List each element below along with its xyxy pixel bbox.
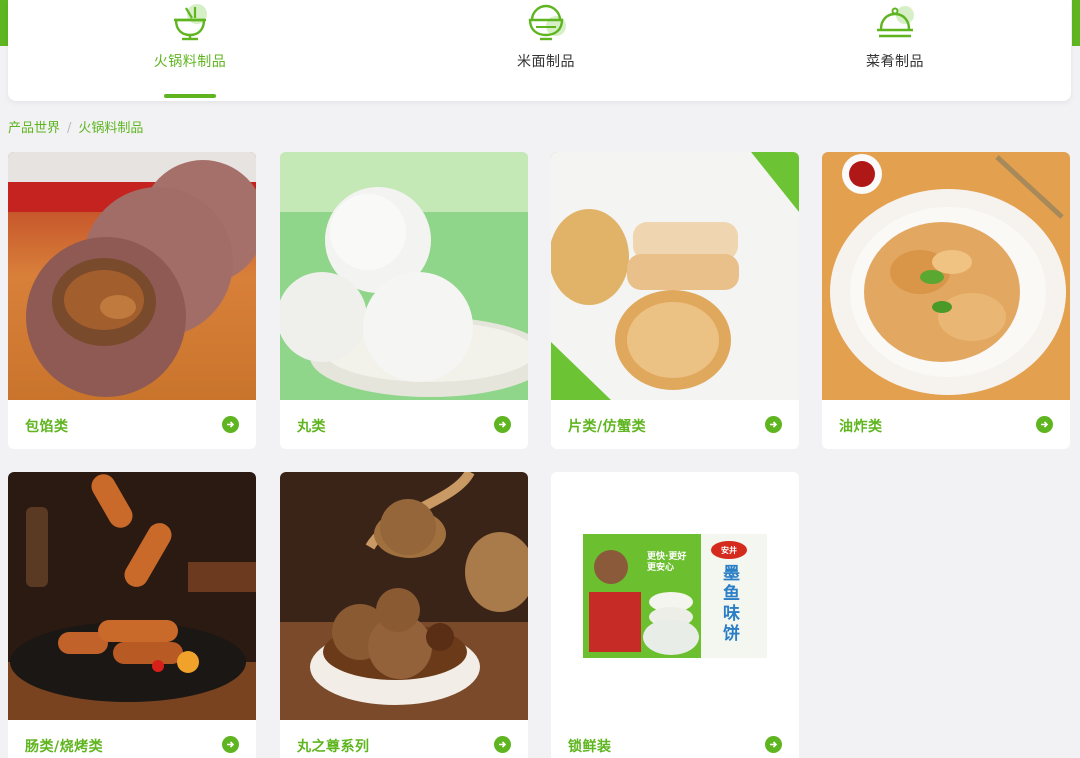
rice-bowl-icon [522,2,570,44]
arrow-right-icon[interactable] [494,416,511,433]
hotpot-bowl-icon [166,2,214,44]
package-slogan: 更快·更好 更安心 [647,552,687,573]
arrow-right-icon[interactable] [222,736,239,753]
tab-rice-noodle-label: 米面制品 [517,54,575,70]
breadcrumb-item-products[interactable]: 产品世界 [8,121,60,136]
arrow-right-icon[interactable] [765,736,782,753]
fish-balls-photo [280,152,528,400]
product-name: 丸之尊系列 [297,739,370,755]
top-accent-bar-left [0,0,8,46]
breadcrumb-item-current[interactable]: 火锅料制品 [78,121,143,136]
product-name: 油炸类 [839,419,883,435]
product-card-balls[interactable]: 丸类 [280,152,528,449]
package-brand: 安井 [721,546,737,555]
tab-hotpot-label: 火锅料制品 [153,54,227,70]
fresh-pack-photo: 更快·更好 更安心 安井 墨鱼味饼 [551,472,799,720]
arrow-right-icon[interactable] [494,736,511,753]
product-name: 片类/仿蟹类 [568,419,647,435]
top-accent-bar-right [1072,0,1080,46]
active-tab-indicator [164,94,216,98]
tab-rice-noodle[interactable]: 米面制品 [446,0,646,101]
tab-dishes-label: 菜肴制品 [866,54,924,70]
product-card-slices[interactable]: 片类/仿蟹类 [551,152,799,449]
product-card-sausages[interactable]: 肠类/烧烤类 [8,472,256,758]
sausages-photo [8,472,256,720]
stuffed-meatball-photo [8,152,256,400]
arrow-right-icon[interactable] [765,416,782,433]
fried-snacks-photo [822,152,1070,400]
product-name: 丸类 [297,419,326,435]
category-tabs: 火锅料制品 米面制品 菜肴制品 [8,0,1071,101]
product-card-premium-balls[interactable]: 丸之尊系列 [280,472,528,758]
product-card-fried[interactable]: 油炸类 [822,152,1070,449]
product-card-stuffed[interactable]: 包馅类 [8,152,256,449]
breadcrumb: 产品世界 / 火锅料制品 [8,117,143,136]
cloche-dish-icon [871,2,919,44]
braised-meatballs-photo [280,472,528,720]
product-card-fresh-pack[interactable]: 更快·更好 更安心 安井 墨鱼味饼 锁鲜装 [551,472,799,758]
product-name: 肠类/烧烤类 [25,739,104,755]
arrow-right-icon[interactable] [1036,416,1053,433]
package-product-name: 墨鱼味饼 [723,564,740,644]
tab-hotpot[interactable]: 火锅料制品 [90,0,290,101]
product-name: 锁鲜装 [568,739,612,755]
fish-cakes-photo [551,152,799,400]
arrow-right-icon[interactable] [222,416,239,433]
breadcrumb-separator: / [67,121,72,136]
tab-dishes[interactable]: 菜肴制品 [795,0,995,101]
product-name: 包馅类 [25,419,69,435]
